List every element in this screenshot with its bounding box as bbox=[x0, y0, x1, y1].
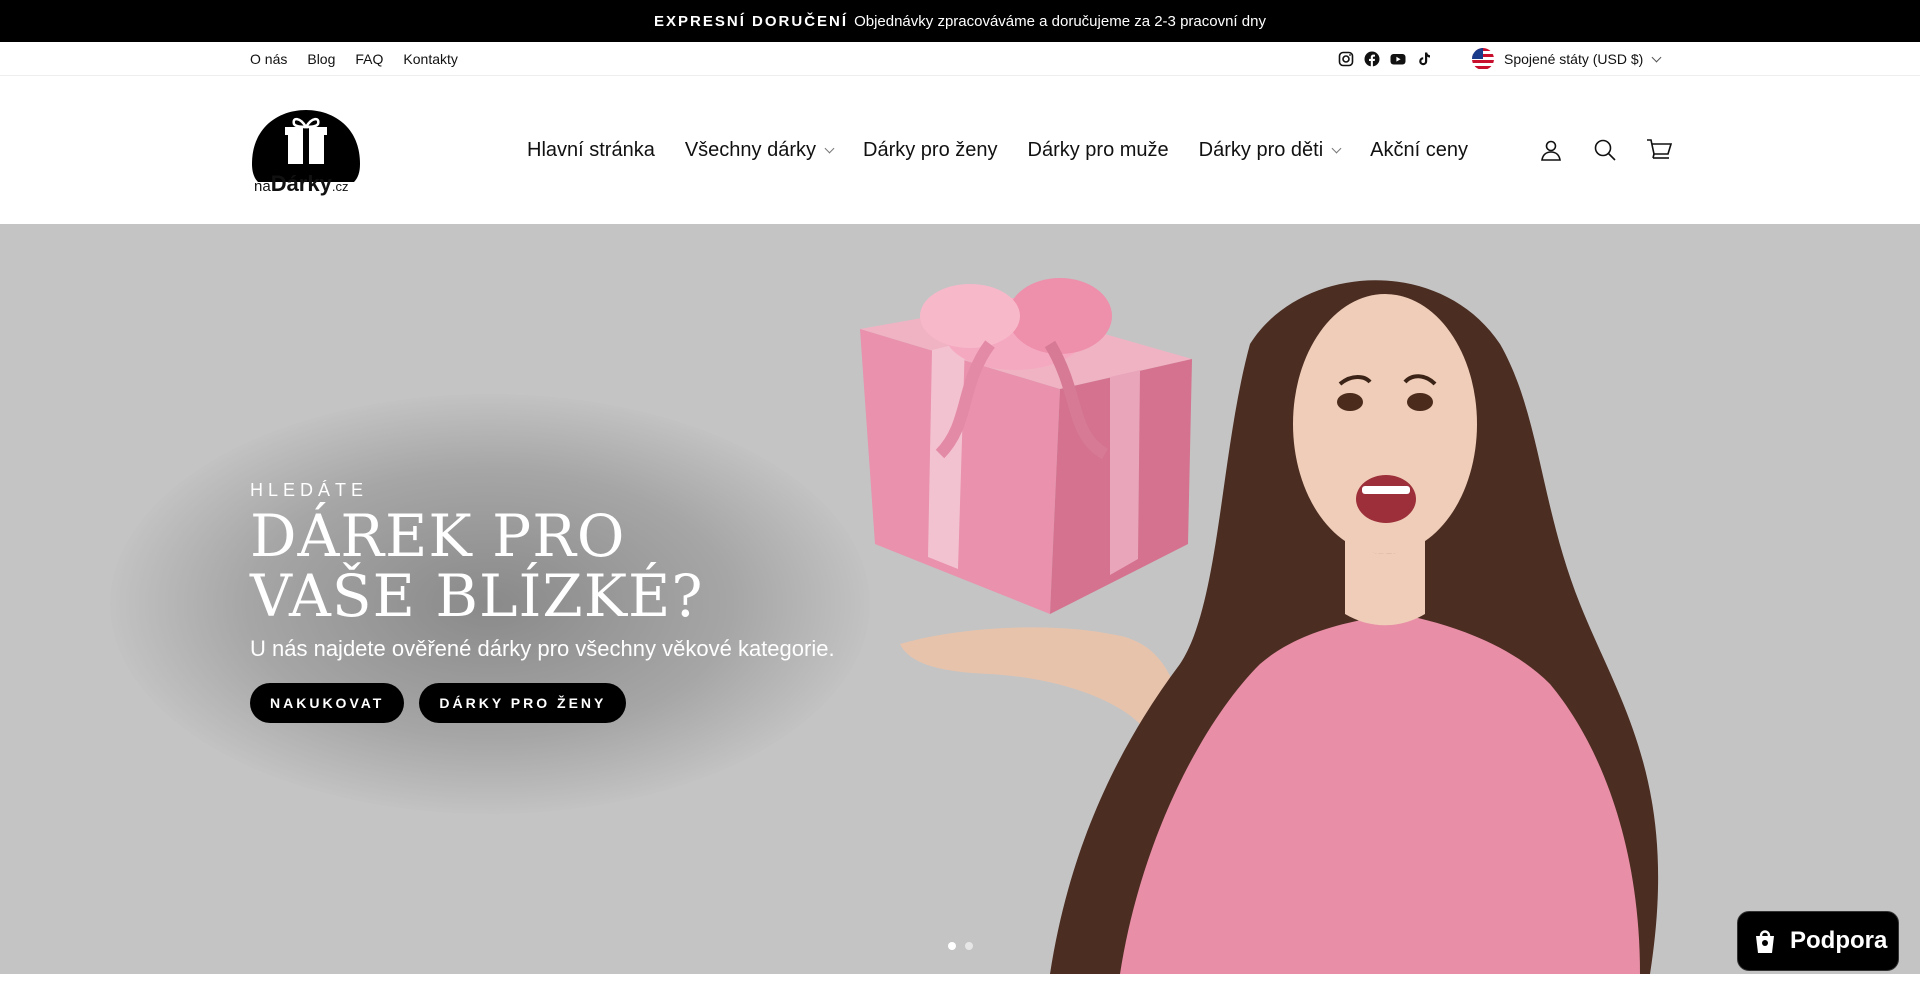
social-links bbox=[1338, 42, 1432, 76]
nav-item-gifts-women[interactable]: Dárky pro ženy bbox=[863, 139, 998, 162]
hero-subline: U nás najdete ověřené dárky pro všechny … bbox=[250, 636, 835, 661]
nav-label: Dárky pro děti bbox=[1198, 138, 1324, 161]
slide-dot-2[interactable] bbox=[965, 942, 973, 950]
announcement-bar: EXPRESNÍ DORUČENÍ Objednávky zpracovávám… bbox=[0, 0, 1920, 42]
hero-ctas: NAKUKOVAT DÁRKY PRO ŽENY bbox=[250, 683, 627, 723]
nav-item-gifts-kids[interactable]: Dárky pro děti bbox=[1198, 138, 1342, 162]
announcement-text: Objednávky zpracováváme a doručujeme za … bbox=[854, 12, 1266, 30]
utility-bar: O nás Blog FAQ Kontakty Spojené státy (U… bbox=[0, 42, 1920, 76]
facebook-icon[interactable] bbox=[1364, 51, 1380, 67]
hero-image bbox=[860, 278, 1659, 974]
logo-suffix: .cz bbox=[331, 179, 349, 194]
nav-item-sale[interactable]: Akční ceny bbox=[1370, 139, 1468, 162]
gift-box-image bbox=[860, 278, 1192, 614]
main-nav: Hlavní stránka Všechny dárky Dárky pro ž… bbox=[527, 76, 1468, 224]
shopping-bag-icon bbox=[1750, 926, 1780, 956]
utility-links: O nás Blog FAQ Kontakty bbox=[250, 42, 458, 76]
hero-headline-line1: DÁREK PRO bbox=[250, 502, 626, 570]
slide-dots bbox=[948, 942, 973, 950]
hero-kicker: HLEDÁTE bbox=[250, 480, 369, 500]
header-actions bbox=[1538, 76, 1672, 224]
link-faq[interactable]: FAQ bbox=[355, 51, 383, 67]
slide-dot-1[interactable] bbox=[948, 942, 956, 950]
nav-item-home[interactable]: Hlavní stránka bbox=[527, 139, 655, 162]
gifts-women-button[interactable]: DÁRKY PRO ŽENY bbox=[419, 683, 627, 723]
logo-prefix: na bbox=[254, 178, 271, 195]
nav-item-gifts-men[interactable]: Dárky pro muže bbox=[1028, 139, 1169, 162]
tiktok-icon[interactable] bbox=[1416, 51, 1432, 67]
us-flag-icon bbox=[1472, 48, 1494, 70]
nav-label: Dárky pro muže bbox=[1027, 138, 1169, 161]
link-blog[interactable]: Blog bbox=[307, 51, 335, 67]
logo-name: Dárky bbox=[270, 171, 332, 196]
site-logo[interactable]: naDárky.cz bbox=[250, 106, 362, 196]
announcement-bold: EXPRESNÍ DORUČENÍ bbox=[654, 12, 849, 30]
link-contacts[interactable]: Kontakty bbox=[403, 51, 457, 67]
currency-label: Spojené státy (USD $) bbox=[1504, 51, 1644, 67]
shop-now-button[interactable]: NAKUKOVAT bbox=[250, 683, 405, 723]
nav-label: Hlavní stránka bbox=[527, 138, 655, 161]
link-about[interactable]: O nás bbox=[250, 51, 287, 67]
nav-item-all-gifts[interactable]: Všechny dárky bbox=[684, 138, 835, 162]
search-icon[interactable] bbox=[1592, 137, 1618, 163]
youtube-icon[interactable] bbox=[1390, 51, 1406, 67]
hero-banner: HLEDÁTE DÁREK PRO VAŠE BLÍZKÉ? U nás naj… bbox=[0, 224, 1920, 974]
currency-selector[interactable]: Spojené státy (USD $) bbox=[1472, 42, 1662, 76]
hand-image bbox=[900, 627, 1180, 724]
hero-headline-line2: VAŠE BLÍZKÉ? bbox=[250, 562, 704, 630]
chevron-down-icon bbox=[1651, 52, 1662, 62]
account-icon[interactable] bbox=[1538, 137, 1564, 163]
page-bottom-strip bbox=[0, 974, 1920, 993]
hero-headline: DÁREK PRO VAŠE BLÍZKÉ? bbox=[250, 506, 703, 626]
cart-icon[interactable] bbox=[1646, 137, 1672, 163]
instagram-icon[interactable] bbox=[1338, 51, 1354, 67]
nav-label: Akční ceny bbox=[1370, 138, 1468, 161]
logo-wordmark: naDárky.cz bbox=[254, 171, 348, 197]
chevron-down-icon bbox=[824, 143, 835, 154]
support-label: Podpora bbox=[1790, 927, 1888, 954]
nav-label: Všechny dárky bbox=[684, 138, 817, 161]
nav-label: Dárky pro ženy bbox=[863, 138, 998, 161]
support-chat-button[interactable]: Podpora bbox=[1737, 911, 1899, 971]
chevron-down-icon bbox=[1331, 143, 1342, 154]
site-header: naDárky.cz Hlavní stránka Všechny dárky … bbox=[0, 76, 1920, 224]
